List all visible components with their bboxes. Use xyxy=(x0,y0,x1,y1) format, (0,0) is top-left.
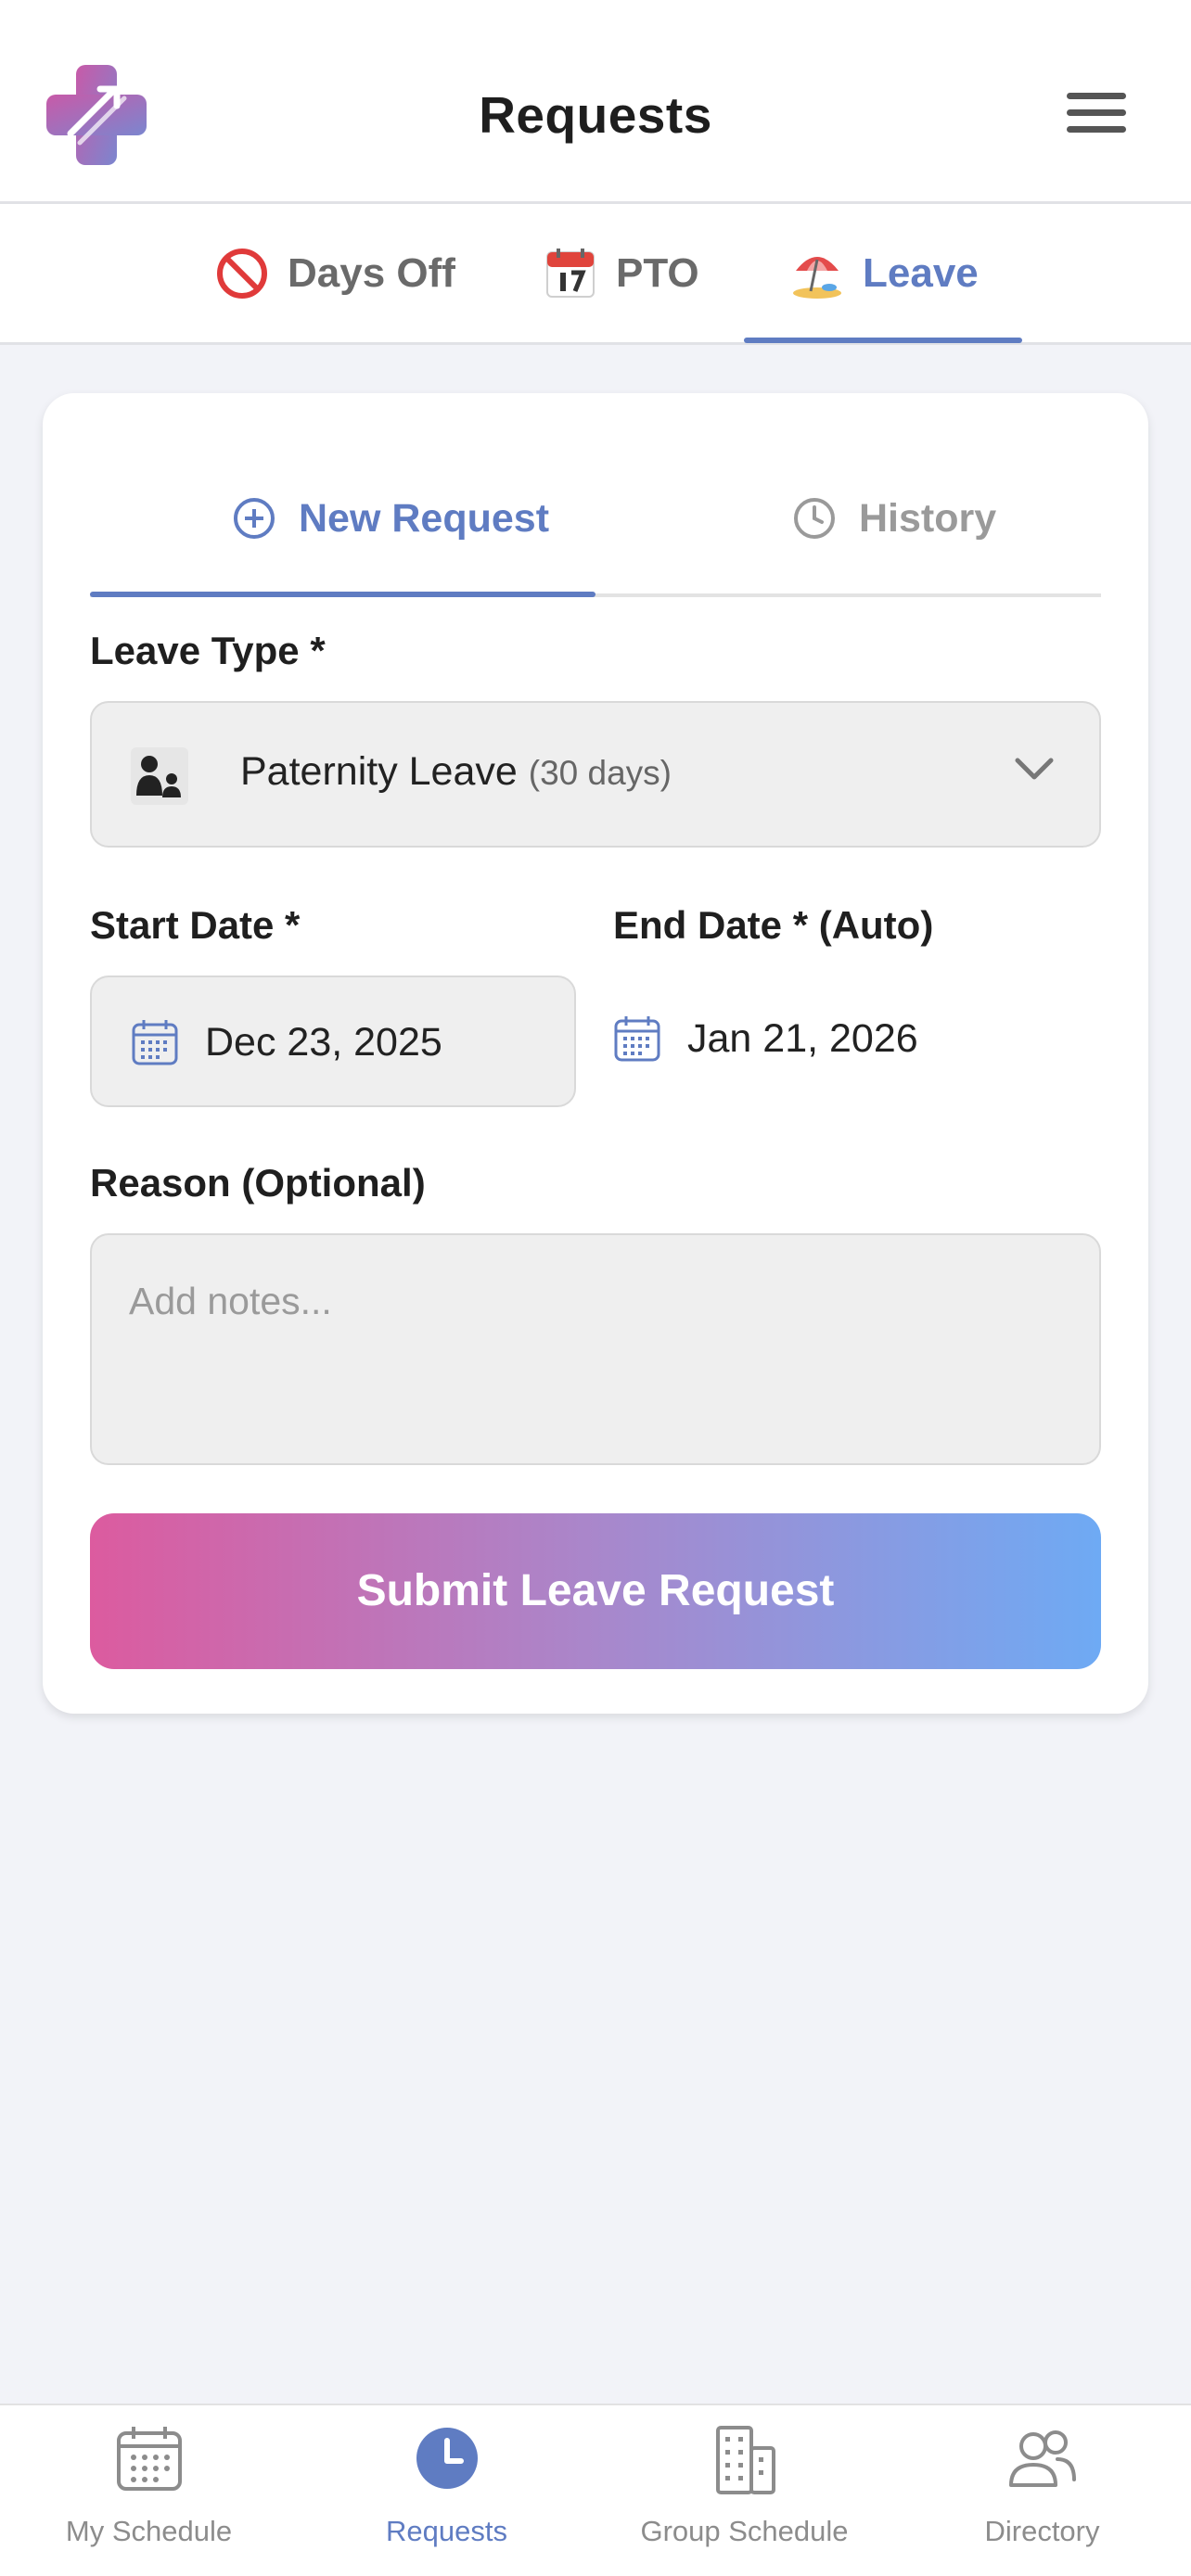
tab-pto[interactable]: PTO xyxy=(544,204,699,343)
category-tabs: Days Off PTO Leave xyxy=(0,204,1191,345)
leave-type-label: Leave Type * xyxy=(90,629,326,672)
clock-filled-icon xyxy=(416,2428,478,2489)
leave-request-card: New Request History Leave Type * Paterni… xyxy=(43,393,1148,1714)
no-entry-icon xyxy=(217,249,267,299)
nav-directory[interactable]: Directory xyxy=(893,2405,1191,2576)
plus-circle-icon xyxy=(234,498,275,539)
nav-my-schedule[interactable]: My Schedule xyxy=(0,2405,298,2576)
parent-child-icon xyxy=(131,747,188,805)
calendar-icon xyxy=(132,1020,178,1065)
tab-leave[interactable]: Leave xyxy=(790,204,979,343)
beach-umbrella-icon xyxy=(793,257,841,299)
end-date-value: Jan 21, 2026 xyxy=(687,1016,918,1061)
reason-label: Reason (Optional) xyxy=(90,1161,426,1205)
clock-icon xyxy=(794,498,835,539)
tab-label: Days Off xyxy=(288,250,455,296)
request-sub-tabs: New Request History xyxy=(90,449,1101,597)
active-tab-indicator xyxy=(744,338,1022,343)
hamburger-menu-button[interactable] xyxy=(1067,93,1126,137)
nav-label: Requests xyxy=(386,2515,507,2547)
active-sub-tab-indicator xyxy=(90,592,596,597)
nav-group-schedule[interactable]: Group Schedule xyxy=(596,2405,893,2576)
calendar-icon xyxy=(546,249,595,298)
menu-line xyxy=(1067,93,1126,99)
submit-leave-request-button[interactable]: Submit Leave Request xyxy=(90,1513,1101,1669)
tab-label: Leave xyxy=(863,250,979,296)
calendar-icon xyxy=(614,1016,660,1062)
tab-new-request[interactable]: New Request xyxy=(232,449,549,588)
nav-requests[interactable]: Requests xyxy=(298,2405,596,2576)
leave-type-days: (30 days) xyxy=(528,754,672,792)
nav-label: My Schedule xyxy=(65,2515,233,2547)
page-title: Requests xyxy=(479,86,712,144)
sub-tab-label: New Request xyxy=(299,495,550,541)
app-header: Requests xyxy=(0,0,1191,204)
leave-type-value: Paternity Leave (30 days) xyxy=(240,749,672,795)
start-date-value: Dec 23, 2025 xyxy=(205,1020,442,1065)
reason-placeholder: Add notes... xyxy=(129,1280,332,1322)
building-icon xyxy=(715,2426,775,2494)
sub-tab-label: History xyxy=(859,495,997,541)
chevron-down-icon xyxy=(1015,758,1054,780)
tab-history[interactable]: History xyxy=(792,449,996,588)
people-icon xyxy=(1008,2430,1076,2487)
app-root: Requests Days Off PTO Leave New Request … xyxy=(0,0,1191,2576)
start-date-field[interactable]: Dec 23, 2025 xyxy=(90,976,576,1107)
leave-type-select[interactable]: Paternity Leave (30 days) xyxy=(90,701,1101,848)
tab-label: PTO xyxy=(616,250,699,296)
start-date-label: Start Date * xyxy=(90,903,301,947)
end-date-label: End Date * (Auto) xyxy=(613,903,934,947)
menu-line xyxy=(1067,126,1126,133)
menu-line xyxy=(1067,109,1126,116)
nav-label: Group Schedule xyxy=(640,2515,849,2547)
reason-textarea[interactable]: Add notes... xyxy=(90,1233,1101,1465)
calendar-grid-icon xyxy=(116,2427,182,2491)
bottom-navigation: My Schedule Requests Group Schedule Dire… xyxy=(0,2404,1191,2576)
leave-type-name: Paternity Leave xyxy=(240,749,518,794)
nav-label: Directory xyxy=(984,2515,1100,2547)
tab-days-off[interactable]: Days Off xyxy=(215,204,455,343)
end-date-display: Jan 21, 2026 xyxy=(613,976,1101,1107)
